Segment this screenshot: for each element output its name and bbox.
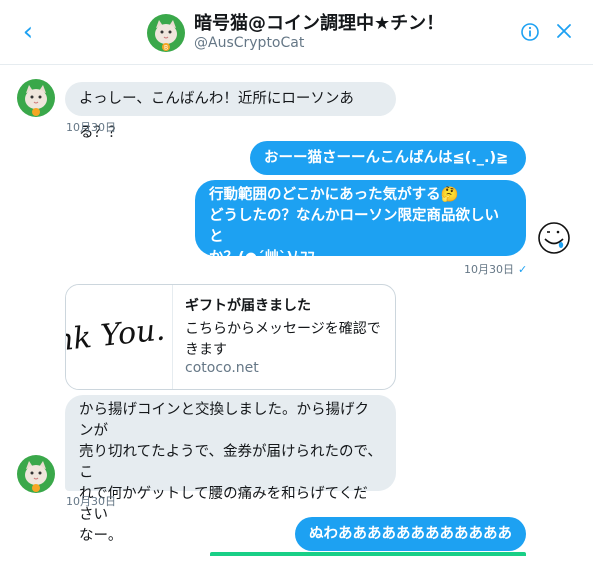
card-title: ギフトが届きました — [185, 298, 311, 314]
header-avatar[interactable]: B — [147, 14, 185, 52]
conversation-handle[interactable]: @AusCryptoCat — [194, 35, 304, 51]
close-icon[interactable] — [556, 23, 572, 39]
check-mark-icon: ✓ — [518, 263, 528, 276]
conversation-title: 暗号猫@コイン調理中★チン！ — [194, 13, 445, 34]
message-timestamp: 10月30日 ✓ — [464, 261, 527, 277]
sender-avatar[interactable] — [17, 79, 55, 117]
link-card[interactable]: ank You. ギフトが届きました こちらからメッセージを確認できます cot… — [65, 284, 396, 390]
message-bubble-incoming[interactable]: よっしー、こんばんわ！近所にローソンある？？ — [65, 82, 396, 141]
svg-text:B: B — [164, 45, 168, 52]
message-bubble-outgoing[interactable]: ぬわああああああああああああああ — [295, 517, 526, 576]
message-line: 売り切れてたようで、金券が届けられたので、こ — [79, 444, 382, 481]
message-bubble-outgoing[interactable]: おーー猫さーーんこんばんは≦(._.)≧ﾍﾟｺ — [250, 141, 526, 200]
sender-avatar[interactable] — [17, 455, 55, 493]
card-thumbnail-text: ank You. — [66, 312, 167, 361]
conversation-header: ‹ B 暗号猫@コイン調理中★チン！ @AusCryptoCat — [0, 0, 593, 65]
message-bubble-incoming[interactable]: から揚げコインと交換しました。から揚げクンが 売り切れてたようで、金券が届けられ… — [65, 395, 396, 544]
info-icon[interactable] — [521, 23, 539, 41]
card-domain: cotoco.net — [185, 360, 259, 376]
smiley-sticker-icon — [538, 222, 570, 254]
back-chevron-icon[interactable]: ‹ — [16, 18, 40, 46]
message-line: どうしたの？なんかローソン限定商品欲しいと — [209, 208, 499, 245]
message-timestamp: 10月30日 — [66, 121, 116, 134]
message-bubble-outgoing[interactable]: 行動範囲のどこかにあった気がする🤔 どうしたの？なんかローソン限定商品欲しいと … — [195, 180, 526, 266]
timestamp-text: 10月30日 — [464, 263, 514, 276]
message-line: から揚げコインと交換しました。から揚げクンが — [79, 402, 369, 439]
card-thumbnail: ank You. — [66, 285, 173, 389]
message-line: 行動範囲のどこかにあった気がする🤔 — [209, 187, 459, 203]
next-message-edge — [210, 552, 526, 556]
card-description: こちらからメッセージを確認できます — [185, 321, 381, 358]
message-timestamp: 10月30日 — [66, 495, 116, 508]
